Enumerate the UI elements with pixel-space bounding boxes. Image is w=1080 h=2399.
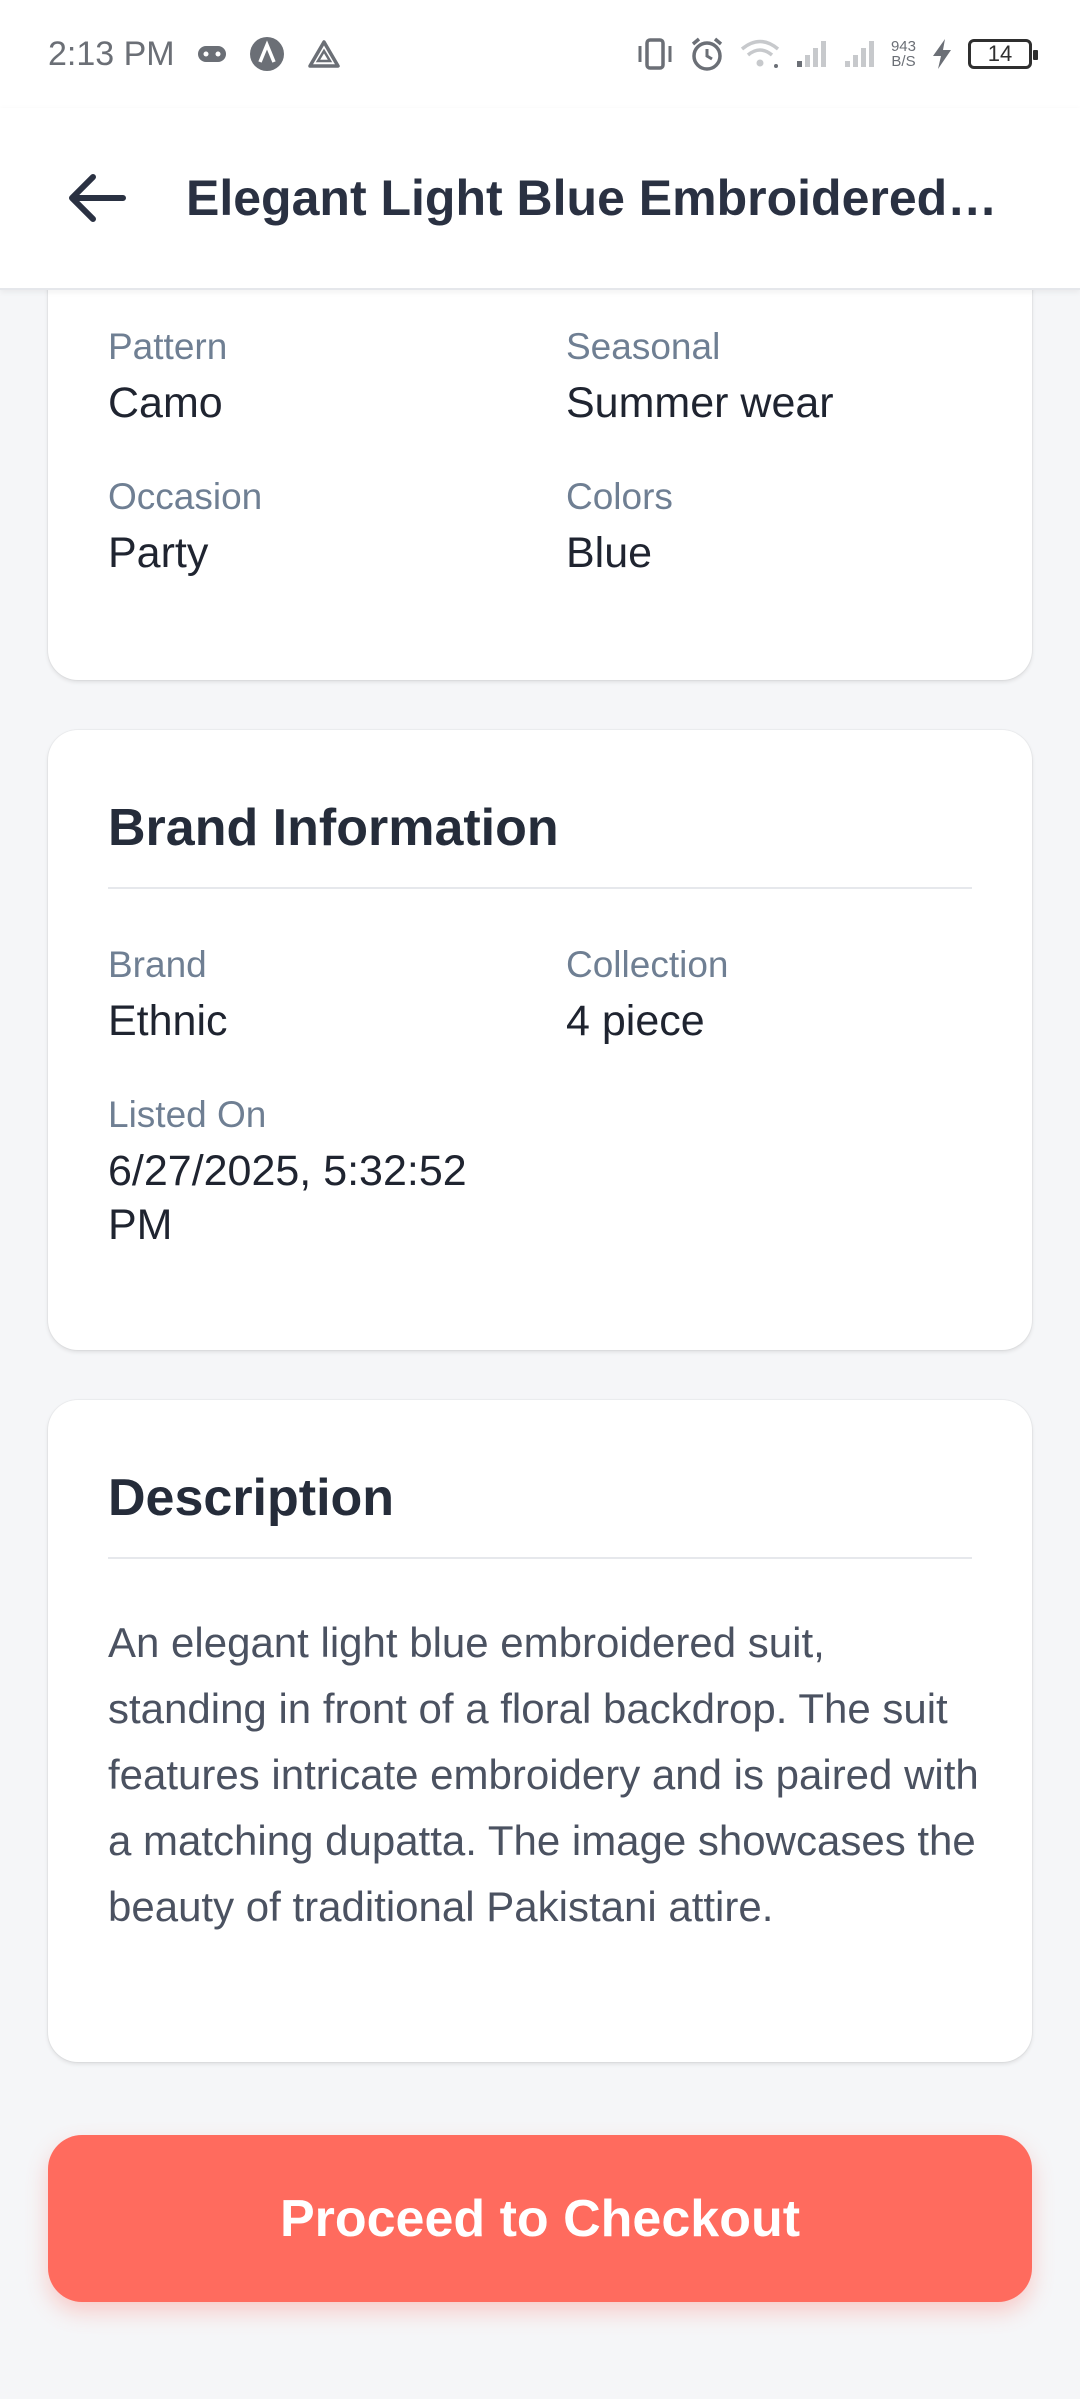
network-speed-value: 943 [890, 38, 916, 55]
status-time: 2:13 PM [48, 34, 175, 73]
listed-on-value: 6/27/2025, 5:32:52 PM [108, 1144, 467, 1252]
alarm-icon [689, 36, 725, 72]
listed-on-label: Listed On [108, 1094, 267, 1135]
status-left: 2:13 PM [48, 35, 341, 74]
brand-info-title: Brand Information [108, 799, 559, 857]
seasonal-label: Seasonal [566, 326, 721, 367]
attributes-card: Pattern Camo Seasonal Summer wear Occasi… [48, 240, 1032, 680]
description-title: Description [108, 1469, 395, 1527]
collection-field: Collection 4 piece [566, 944, 728, 1048]
network-speed: 943 B/S [891, 39, 916, 69]
pattern-field: Pattern Camo [108, 326, 227, 430]
listed-on-field: Listed On 6/27/2025, 5:32:52 PM [108, 1094, 467, 1252]
vibrate-icon [635, 37, 675, 71]
brand-field: Brand Ethnic [108, 944, 228, 1048]
colors-value: Blue [566, 529, 653, 577]
brand-info-card: Brand Information Brand Ethnic Collectio… [48, 730, 1032, 1350]
back-button[interactable] [62, 163, 132, 233]
triangle-icon [307, 39, 341, 69]
back-arrow-icon [69, 174, 126, 222]
charging-icon [930, 38, 954, 70]
listed-on-period: PM [108, 1201, 173, 1249]
occasion-field: Occasion Party [108, 476, 262, 580]
pattern-value: Camo [108, 379, 223, 427]
occasion-value: Party [108, 529, 209, 577]
description-card: Description An elegant light blue embroi… [48, 1400, 1032, 2062]
gamepad-icon [197, 43, 227, 65]
colors-label: Colors [566, 476, 673, 517]
collection-label: Collection [566, 944, 729, 985]
collection-value: 4 piece [566, 997, 705, 1045]
seasonal-value: Summer wear [566, 379, 834, 427]
network-speed-unit: B/S [891, 53, 916, 70]
pattern-label: Pattern [108, 326, 228, 367]
signal-icon [795, 39, 829, 69]
brand-info-divider [108, 887, 972, 889]
description-divider [108, 1557, 972, 1559]
seasonal-field: Seasonal Summer wear [566, 326, 834, 430]
wifi-icon [739, 38, 781, 70]
a-circle-icon [249, 36, 285, 72]
colors-field: Colors Blue [566, 476, 673, 580]
description-text: An elegant light blue embroidered suit, … [108, 1619, 979, 1930]
occasion-label: Occasion [108, 476, 263, 517]
listed-on-date: 6/27/2025, 5:32:52 [108, 1147, 467, 1195]
page-title: Elegant Light Blue Embroidered … [186, 170, 1006, 226]
status-right: 943 B/S 14 [635, 36, 1038, 72]
signal-icon [843, 39, 877, 69]
checkout-button[interactable]: Proceed to Checkout [48, 2135, 1032, 2302]
app-header: Elegant Light Blue Embroidered … [0, 108, 1080, 290]
brand-value: Ethnic [108, 997, 228, 1045]
status-bar: 2:13 PM 943 B/S 14 [0, 0, 1080, 108]
brand-label: Brand [108, 944, 207, 985]
battery-indicator: 14 [968, 39, 1038, 69]
